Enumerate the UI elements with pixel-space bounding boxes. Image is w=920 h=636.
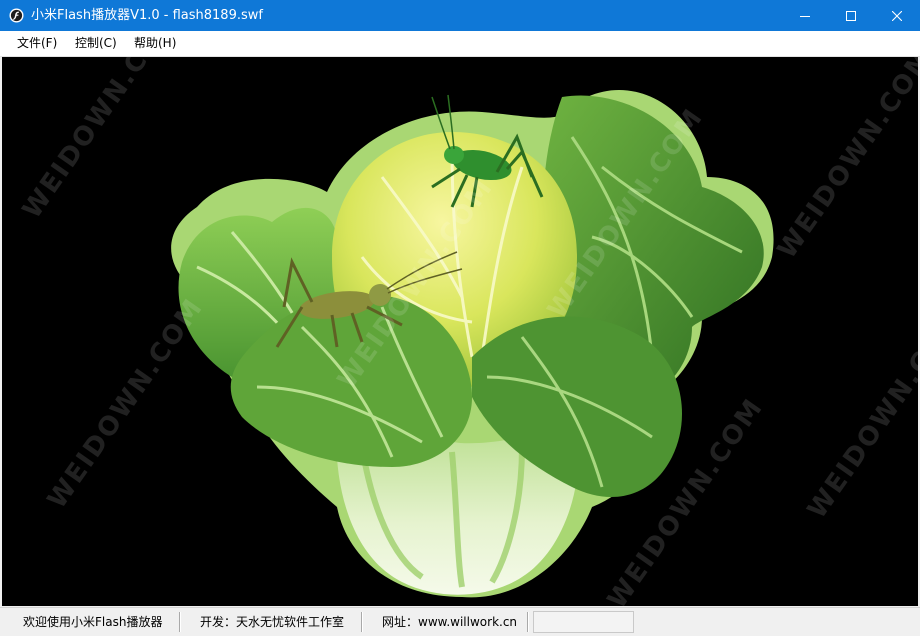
- window-title: 小米Flash播放器V1.0 - flash8189.swf: [31, 8, 263, 23]
- status-welcome: 欢迎使用小米Flash播放器: [23, 615, 163, 629]
- status-bar: 欢迎使用小米Flash播放器 开发：天水无忧软件工作室 网址：www.willw…: [0, 607, 920, 636]
- close-icon: [892, 10, 902, 21]
- status-website: 网址：www.willwork.cn: [382, 615, 518, 629]
- status-divider: [361, 612, 362, 632]
- maximize-button[interactable]: [828, 0, 874, 31]
- minimize-button[interactable]: [782, 0, 828, 31]
- maximize-icon: [846, 10, 856, 21]
- title-bar[interactable]: 小米Flash播放器V1.0 - flash8189.swf: [0, 0, 920, 31]
- close-button[interactable]: [874, 0, 920, 31]
- menu-help[interactable]: 帮助(H): [134, 35, 176, 52]
- status-divider: [527, 612, 528, 632]
- app-window: 小米Flash播放器V1.0 - flash8189.swf 文件(F) 控制(…: [0, 0, 920, 636]
- menu-file[interactable]: 文件(F): [17, 35, 57, 52]
- menu-control[interactable]: 控制(C): [75, 35, 117, 52]
- cabbage-illustration: [171, 89, 774, 598]
- status-developer: 开发：天水无忧软件工作室: [200, 615, 345, 629]
- minimize-icon: [800, 15, 810, 17]
- app-logo-icon: [9, 8, 24, 23]
- status-divider: [179, 612, 180, 632]
- menu-bar: 文件(F) 控制(C) 帮助(H): [0, 31, 920, 57]
- status-panel: [533, 611, 634, 633]
- flash-stage[interactable]: WEIDOWN.COM WEIDOWN.COM WEIDOWN.COM WEID…: [2, 57, 918, 606]
